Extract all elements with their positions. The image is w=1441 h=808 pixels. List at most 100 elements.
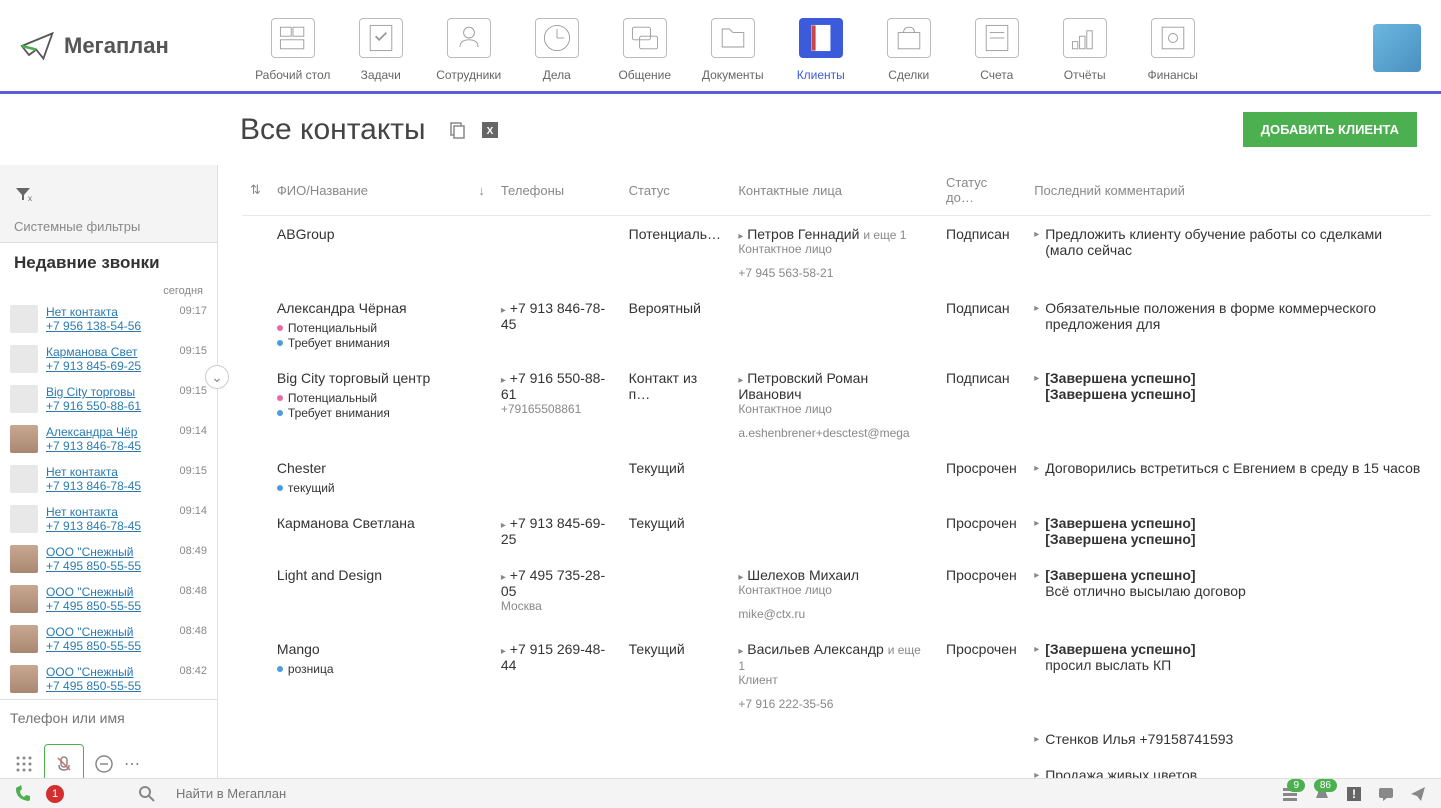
nav-Документы[interactable]: Документы — [689, 0, 777, 82]
col-header[interactable]: Статус до… — [938, 165, 1026, 216]
call-phone[interactable]: +7 913 845-69-25 — [46, 359, 171, 373]
call-item[interactable]: ООО "Снежный+7 495 850-55-5508:48 — [0, 579, 217, 619]
call-name[interactable]: ООО "Снежный — [46, 665, 171, 679]
table-row[interactable]: Mangoрозница▸ +7 915 269-48-44Текущий▸ В… — [242, 631, 1431, 721]
call-item[interactable]: Big City торговы+7 916 550-88-6109:15 — [0, 379, 217, 419]
table-row[interactable]: ABGroupПотенциаль…▸ Петров Геннадий и ещ… — [242, 216, 1431, 291]
bell-icon[interactable]: 86 — [1313, 785, 1331, 803]
col-header[interactable]: Статус — [621, 165, 731, 216]
status-cell — [621, 557, 731, 631]
nav-Отчёты[interactable]: Отчёты — [1041, 0, 1129, 82]
nav-Сделки[interactable]: Сделки — [865, 0, 953, 82]
call-phone[interactable]: +7 913 846-78-45 — [46, 439, 171, 453]
col-header[interactable]: Телефоны — [493, 165, 621, 216]
col-header[interactable]: ФИО/Название ↓ — [269, 165, 493, 216]
nav-Задачи[interactable]: Задачи — [337, 0, 425, 82]
nav-label: Сделки — [888, 68, 929, 82]
nav-Рабочий стол[interactable]: Рабочий стол — [249, 0, 337, 82]
tag: розница — [277, 662, 334, 676]
call-name[interactable]: Нет контакта — [46, 305, 171, 319]
col-header[interactable]: Контактные лица — [730, 165, 938, 216]
call-name[interactable]: ООО "Снежный — [46, 545, 171, 559]
table-row[interactable]: Александра ЧёрнаяПотенциальныйТребует вн… — [242, 290, 1431, 360]
call-name[interactable]: Нет контакта — [46, 505, 171, 519]
call-item[interactable]: ООО "Снежный+7 495 850-55-5508:49 — [0, 539, 217, 579]
call-name[interactable]: Big City торговы — [46, 385, 171, 399]
filter-icon[interactable]: x — [0, 177, 217, 211]
nav-icon — [711, 18, 755, 58]
dstatus-cell: Подписан — [938, 290, 1026, 360]
contact-cell: ▸ Васильев Александр и еще 1Клиент+7 916… — [730, 631, 938, 721]
dstatus-cell: Подписан — [938, 216, 1026, 291]
call-phone[interactable]: +7 956 138-54-56 — [46, 319, 171, 333]
call-time: 09:14 — [179, 505, 207, 517]
chat-icon[interactable] — [1377, 785, 1395, 803]
call-phone[interactable]: +7 495 850-55-55 — [46, 639, 171, 653]
call-item[interactable]: Карманова Свет+7 913 845-69-2509:15 — [0, 339, 217, 379]
search-icon[interactable] — [138, 785, 156, 803]
call-phone[interactable]: +7 913 846-78-45 — [46, 519, 171, 533]
comment-cell: ▸[Завершена успешно]Всё отлично высылаю … — [1026, 557, 1431, 631]
call-phone[interactable]: +7 916 550-88-61 — [46, 399, 171, 413]
call-phone[interactable]: +7 495 850-55-55 — [46, 679, 171, 693]
call-name[interactable]: ООО "Снежный — [46, 625, 171, 639]
phone-icon[interactable] — [14, 785, 32, 803]
call-name[interactable]: Карманова Свет — [46, 345, 171, 359]
warning-icon[interactable]: ! — [1345, 785, 1363, 803]
nav-icon — [1151, 18, 1195, 58]
name-cell: ABGroup — [269, 216, 493, 291]
phone-cell: ▸ +7 495 735-28-05Москва — [493, 557, 621, 631]
checklist-icon[interactable]: 9 — [1281, 785, 1299, 803]
paper-plane-icon — [20, 28, 56, 64]
call-list: Нет контакта+7 956 138-54-5609:17Кармано… — [0, 299, 217, 699]
collapse-sidebar-button[interactable]: ⌄ — [205, 365, 229, 389]
dialpad-icon[interactable] — [14, 754, 34, 774]
settings-col-icon[interactable]: ⇅ — [242, 165, 269, 216]
call-avatar — [10, 665, 38, 693]
nav-Клиенты[interactable]: Клиенты — [777, 0, 865, 82]
contact-cell: ▸ Петровский Роман ИвановичКонтактное ли… — [730, 360, 938, 450]
nav-icon — [975, 18, 1019, 58]
call-phone[interactable]: +7 495 850-55-55 — [46, 599, 171, 613]
call-item[interactable]: Нет контакта+7 913 846-78-4509:15 — [0, 459, 217, 499]
table-row[interactable]: ChesterтекущийТекущийПросрочен▸Договорил… — [242, 450, 1431, 505]
col-header[interactable]: Последний комментарий — [1026, 165, 1431, 216]
call-item[interactable]: Нет контакта+7 956 138-54-5609:17 — [0, 299, 217, 339]
table-row[interactable]: Карманова Светлана▸ +7 913 845-69-25Теку… — [242, 505, 1431, 557]
nav-icon — [887, 18, 931, 58]
phone-input[interactable] — [0, 699, 217, 736]
call-phone[interactable]: +7 913 846-78-45 — [46, 479, 171, 493]
phone-cell: ▸ +7 916 550-88-61+79165508861 — [493, 360, 621, 450]
nav-Сотрудники[interactable]: Сотрудники — [425, 0, 513, 82]
call-phone[interactable]: +7 495 850-55-55 — [46, 559, 171, 573]
table-row[interactable]: ▸Стенков Илья +79158741593 — [242, 721, 1431, 757]
call-name[interactable]: Нет контакта — [46, 465, 171, 479]
table-row[interactable]: Light and Design▸ +7 495 735-28-05Москва… — [242, 557, 1431, 631]
call-name[interactable]: Александра Чёр — [46, 425, 171, 439]
call-name[interactable]: ООО "Снежный — [46, 585, 171, 599]
nav-Финансы[interactable]: Финансы — [1129, 0, 1217, 82]
call-item[interactable]: Александра Чёр+7 913 846-78-4509:14 — [0, 419, 217, 459]
call-item[interactable]: ООО "Снежный+7 495 850-55-5508:48 — [0, 619, 217, 659]
nav-Общение[interactable]: Общение — [601, 0, 689, 82]
copy-icon[interactable] — [446, 120, 466, 140]
user-avatar[interactable] — [1373, 24, 1421, 72]
phone-badge: 1 — [46, 785, 64, 803]
global-search-input[interactable] — [170, 780, 1267, 807]
send-icon[interactable] — [1409, 785, 1427, 803]
minus-icon[interactable] — [94, 754, 114, 774]
nav-label: Задачи — [361, 68, 401, 82]
add-client-button[interactable]: ДОБАВИТЬ КЛИЕНТА — [1243, 112, 1417, 147]
nav-Счета[interactable]: Счета — [953, 0, 1041, 82]
svg-text:x: x — [28, 194, 32, 203]
excel-icon[interactable]: X — [480, 120, 500, 140]
more-icon[interactable]: ⋯ — [124, 754, 140, 774]
call-item[interactable]: ООО "Снежный+7 495 850-55-5508:42 — [0, 659, 217, 699]
table-row[interactable]: Big City торговый центрПотенциальныйТреб… — [242, 360, 1431, 450]
call-item[interactable]: Нет контакта+7 913 846-78-45 09:14 — [0, 499, 217, 539]
tag: Требует внимания — [277, 336, 390, 350]
nav-Дела[interactable]: Дела — [513, 0, 601, 82]
system-filters-label[interactable]: Системные фильтры — [0, 211, 217, 243]
logo[interactable]: Мегаплан — [20, 28, 169, 64]
name-cell: Александра ЧёрнаяПотенциальныйТребует вн… — [269, 290, 493, 360]
